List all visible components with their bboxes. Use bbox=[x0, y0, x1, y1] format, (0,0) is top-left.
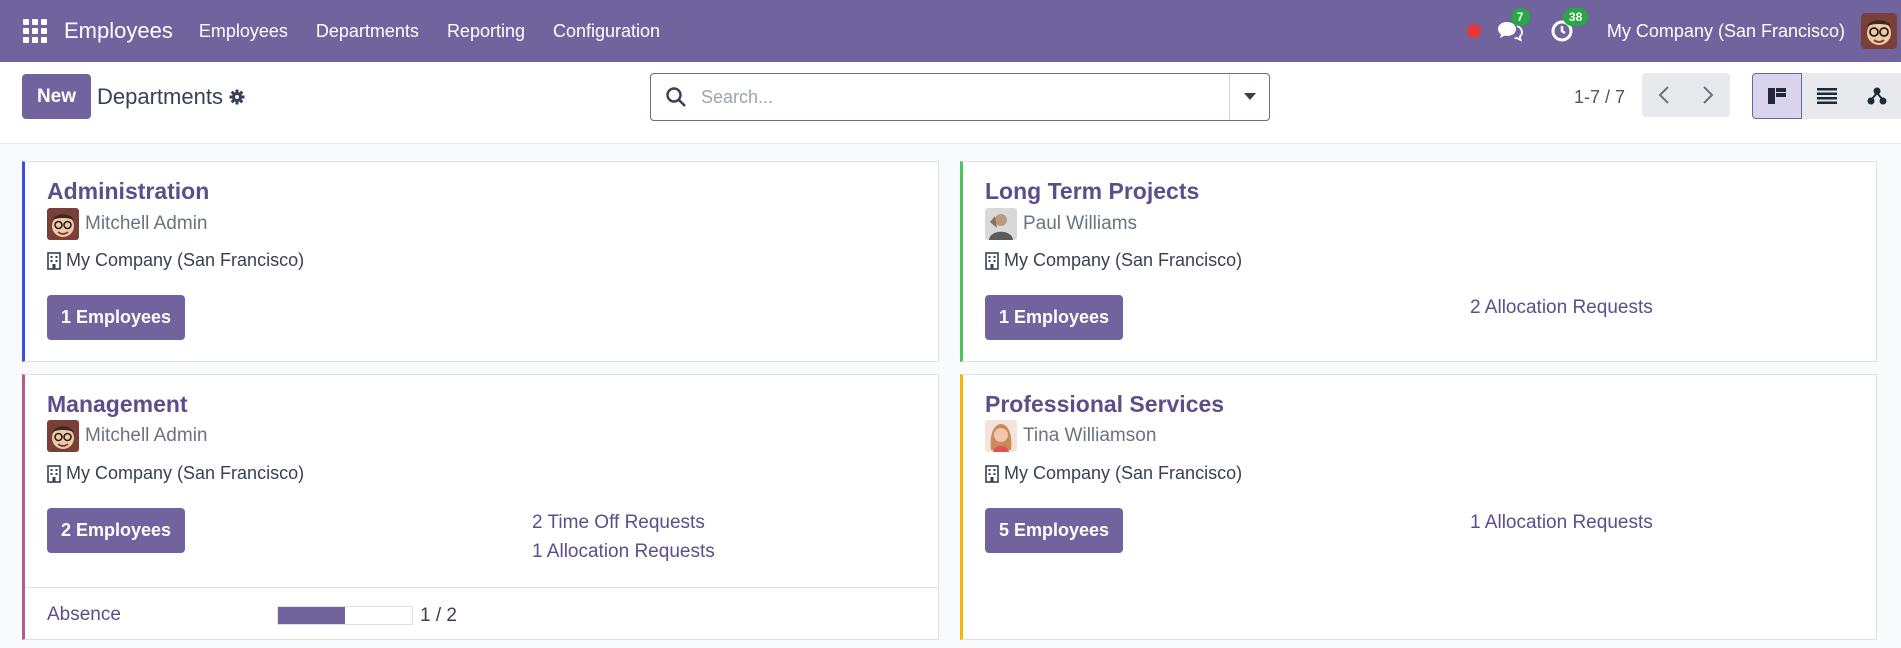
control-panel: New Departments 1-7 / 7 bbox=[0, 62, 1901, 144]
employees-button[interactable]: 1 Employees bbox=[985, 295, 1124, 340]
search-bar bbox=[650, 73, 1270, 121]
kanban-view-button[interactable] bbox=[1752, 73, 1802, 119]
pager-next-button[interactable] bbox=[1686, 73, 1730, 117]
activities-badge: 38 bbox=[1562, 8, 1589, 26]
department-card-management[interactable]: Management Mitchell Admin My Company (Sa… bbox=[22, 374, 939, 640]
manager-name: Paul Williams bbox=[1023, 213, 1138, 234]
building-icon bbox=[47, 464, 61, 483]
list-view-button[interactable] bbox=[1802, 73, 1852, 119]
department-company: My Company (San Francisco) bbox=[985, 463, 1242, 484]
manager-avatar bbox=[985, 420, 1017, 452]
department-title[interactable]: Administration bbox=[47, 178, 209, 205]
breadcrumb: Departments bbox=[97, 84, 245, 110]
chevron-right-icon bbox=[1703, 86, 1714, 104]
pager-value[interactable]: 1-7 / 7 bbox=[1574, 87, 1625, 108]
search-options-toggle[interactable] bbox=[1229, 74, 1269, 120]
employees-button[interactable]: 5 Employees bbox=[985, 508, 1124, 553]
activities-icon[interactable]: 38 bbox=[1547, 8, 1589, 46]
new-button[interactable]: New bbox=[22, 74, 91, 119]
department-company: My Company (San Francisco) bbox=[47, 250, 304, 271]
hierarchy-icon bbox=[1867, 87, 1886, 105]
department-company: My Company (San Francisco) bbox=[985, 250, 1242, 271]
employees-button[interactable]: 2 Employees bbox=[47, 508, 186, 553]
search-input[interactable] bbox=[701, 86, 1201, 108]
department-manager: Mitchell Admin bbox=[47, 420, 208, 452]
menu-departments[interactable]: Departments bbox=[302, 21, 433, 42]
company-name: My Company (San Francisco) bbox=[66, 463, 305, 483]
department-card-professional-services[interactable]: Professional Services Tina Williamson My… bbox=[960, 374, 1877, 640]
department-title[interactable]: Management bbox=[47, 391, 188, 418]
chevron-left-icon bbox=[1658, 86, 1669, 104]
list-icon bbox=[1817, 88, 1837, 104]
menu-configuration[interactable]: Configuration bbox=[539, 21, 674, 42]
gear-icon[interactable] bbox=[229, 89, 245, 105]
company-name: My Company (San Francisco) bbox=[1004, 463, 1243, 483]
absence-label[interactable]: Absence bbox=[47, 604, 121, 626]
company-switcher[interactable]: My Company (San Francisco) bbox=[1607, 21, 1845, 42]
absence-row: Absence 1 / 2 bbox=[25, 587, 938, 642]
company-name: My Company (San Francisco) bbox=[1004, 250, 1243, 270]
department-manager: Paul Williams bbox=[985, 208, 1137, 240]
allocation-requests-link[interactable]: 1 Allocation Requests bbox=[532, 541, 715, 563]
department-card-administration[interactable]: Administration Mitchell Admin My Company… bbox=[22, 161, 939, 362]
allocation-requests-link[interactable]: 1 Allocation Requests bbox=[1470, 512, 1653, 534]
absence-progress-fill bbox=[278, 607, 345, 624]
building-icon bbox=[985, 464, 999, 483]
messages-icon[interactable]: 7 bbox=[1495, 8, 1530, 46]
employees-button[interactable]: 1 Employees bbox=[47, 295, 186, 340]
department-manager: Mitchell Admin bbox=[47, 208, 208, 240]
building-icon bbox=[47, 251, 61, 270]
caret-down-icon bbox=[1243, 93, 1256, 100]
manager-avatar bbox=[47, 208, 79, 240]
manager-name: Mitchell Admin bbox=[85, 425, 208, 446]
recording-icon[interactable] bbox=[1466, 24, 1481, 38]
top-navbar: Employees Employees Departments Reportin… bbox=[0, 0, 1901, 62]
time-off-requests-link[interactable]: 2 Time Off Requests bbox=[532, 512, 705, 534]
messages-badge: 7 bbox=[1510, 8, 1530, 26]
pager-previous-button[interactable] bbox=[1642, 73, 1686, 117]
absence-progress-bar bbox=[277, 606, 413, 625]
manager-avatar bbox=[985, 208, 1017, 240]
menu-employees[interactable]: Employees bbox=[185, 21, 302, 42]
search-icon bbox=[666, 87, 686, 107]
user-avatar[interactable] bbox=[1861, 13, 1897, 49]
department-title[interactable]: Professional Services bbox=[985, 391, 1224, 418]
hierarchy-view-button[interactable] bbox=[1852, 73, 1901, 119]
apps-menu-icon[interactable] bbox=[23, 19, 47, 43]
allocation-requests-link[interactable]: 2 Allocation Requests bbox=[1470, 297, 1653, 319]
department-title[interactable]: Long Term Projects bbox=[985, 178, 1199, 205]
department-manager: Tina Williamson bbox=[985, 420, 1156, 452]
department-company: My Company (San Francisco) bbox=[47, 463, 304, 484]
manager-name: Mitchell Admin bbox=[85, 213, 208, 234]
manager-name: Tina Williamson bbox=[1023, 425, 1157, 446]
company-name: My Company (San Francisco) bbox=[66, 250, 305, 270]
page-title: Departments bbox=[97, 84, 223, 109]
kanban-icon bbox=[1768, 88, 1786, 104]
absence-progress-text: 1 / 2 bbox=[420, 605, 457, 626]
app-brand[interactable]: Employees bbox=[64, 18, 173, 44]
manager-avatar bbox=[47, 420, 79, 452]
department-card-long-term-projects[interactable]: Long Term Projects Paul Williams My Comp… bbox=[960, 161, 1877, 362]
building-icon bbox=[985, 251, 999, 270]
menu-reporting[interactable]: Reporting bbox=[433, 21, 539, 42]
